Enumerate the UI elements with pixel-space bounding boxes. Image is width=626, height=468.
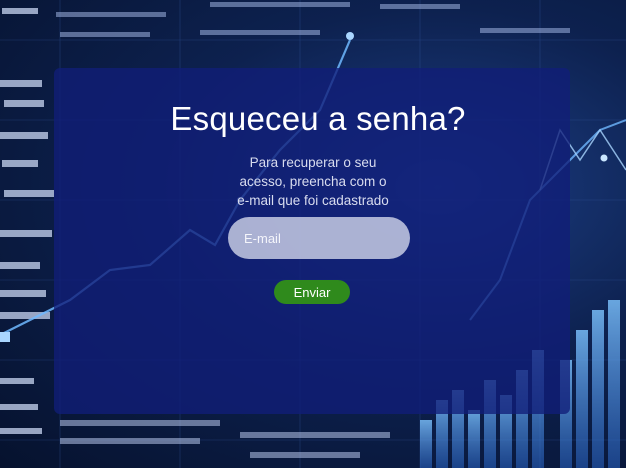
email-input[interactable] xyxy=(228,217,410,259)
instructions-text: Para recuperar o seu acesso, preencha co… xyxy=(213,153,413,210)
instructions-line: e-mail que foi cadastrado xyxy=(237,193,389,208)
background-stock-chart: Esqueceu a senha? Para recuperar o seu a… xyxy=(0,0,626,468)
instructions-line: Para recuperar o seu xyxy=(249,155,377,170)
send-button[interactable]: Enviar xyxy=(274,280,350,304)
instructions-line: acesso, preencha com o xyxy=(239,174,387,189)
page-title: Esqueceu a senha? xyxy=(170,100,466,137)
